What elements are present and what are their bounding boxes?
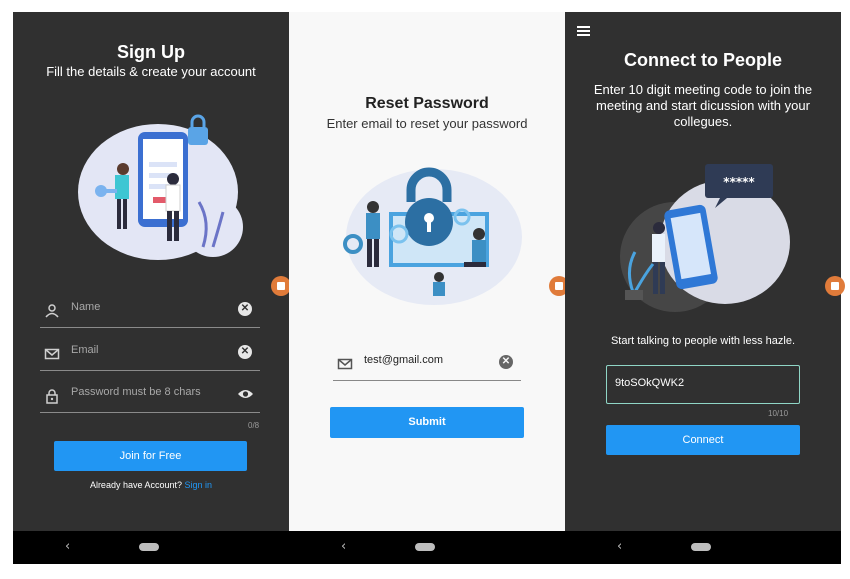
name-field[interactable]: Name ✕ xyxy=(40,297,260,328)
reset-email-field[interactable]: test@gmail.com ✕ xyxy=(333,350,521,381)
join-for-free-button[interactable]: Join for Free xyxy=(54,441,247,471)
meeting-code-input[interactable]: 9toSOkQWK2 xyxy=(606,365,800,404)
mail-icon xyxy=(337,358,353,370)
video-tab-icon[interactable] xyxy=(271,276,291,296)
reset-screen: Reset Password Enter email to reset your… xyxy=(289,12,565,564)
reset-illustration xyxy=(343,167,522,305)
email-placeholder: Email xyxy=(71,344,99,356)
nav-bar: ‹ xyxy=(13,531,289,564)
sign-in-link[interactable]: Sign in xyxy=(185,480,213,490)
nav-bar: ‹ xyxy=(289,531,565,564)
meeting-code-value: 9toSOkQWK2 xyxy=(615,377,685,389)
eye-icon[interactable] xyxy=(237,388,254,400)
code-counter: 10/10 xyxy=(768,409,789,418)
clear-icon[interactable]: ✕ xyxy=(499,355,513,369)
mail-icon xyxy=(44,348,60,360)
home-pill-icon[interactable] xyxy=(415,543,435,551)
password-counter: 0/8 xyxy=(248,421,260,430)
back-icon[interactable]: ‹ xyxy=(341,539,346,554)
clear-icon[interactable]: ✕ xyxy=(238,345,252,359)
connect-screen: Connect to People Enter 10 digit meeting… xyxy=(565,12,841,564)
reset-title: Reset Password xyxy=(365,95,489,112)
home-pill-icon[interactable] xyxy=(139,543,159,551)
connect-illustration: ***** xyxy=(620,164,790,312)
hamburger-menu-icon[interactable] xyxy=(577,26,590,36)
back-icon[interactable]: ‹ xyxy=(617,539,622,554)
reset-email-value: test@gmail.com xyxy=(364,354,444,366)
signup-illustration xyxy=(78,114,243,260)
password-bubble: ***** xyxy=(723,175,755,189)
connect-prompt: Start talking to people with less hazle. xyxy=(610,335,796,347)
signup-title: Sign Up xyxy=(117,42,185,62)
nav-bar: ‹ xyxy=(565,531,841,564)
home-pill-icon[interactable] xyxy=(691,543,711,551)
signin-row: Already have Account? Sign in xyxy=(13,480,289,490)
clear-icon[interactable]: ✕ xyxy=(238,302,252,316)
password-field[interactable]: Password must be 8 chars xyxy=(40,382,260,413)
account-prompt: Already have Account? xyxy=(89,480,182,490)
submit-button[interactable]: Submit xyxy=(330,407,524,438)
email-field[interactable]: Email ✕ xyxy=(40,340,260,371)
video-tab-icon[interactable] xyxy=(825,276,845,296)
back-icon[interactable]: ‹ xyxy=(65,539,70,554)
lock-icon xyxy=(46,389,58,404)
reset-subtitle: Enter email to reset your password xyxy=(326,116,528,131)
connect-button[interactable]: Connect xyxy=(606,425,800,455)
connect-title: Connect to People xyxy=(623,50,782,70)
password-placeholder: Password must be 8 chars xyxy=(71,386,201,398)
name-placeholder: Name xyxy=(71,301,101,313)
signup-screen: Sign Up Fill the details & create your a… xyxy=(13,12,289,564)
signup-subtitle: Fill the details & create your account xyxy=(46,64,256,79)
person-icon xyxy=(45,304,59,318)
connect-description: Enter 10 digit meeting code to join the … xyxy=(593,82,813,129)
